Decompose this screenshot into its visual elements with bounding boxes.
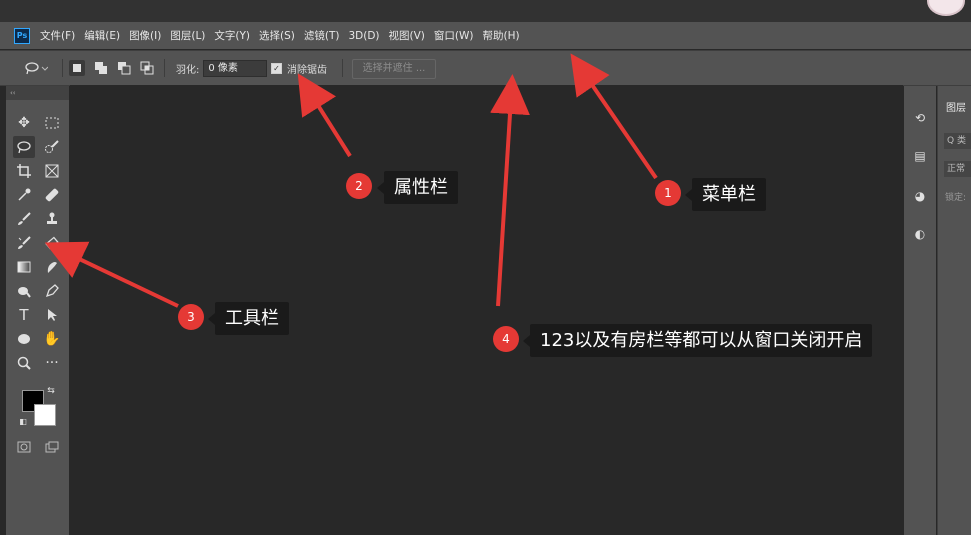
annotation-label-options-bar: 属性栏	[377, 171, 458, 204]
annotation-label-toolbar: 工具栏	[208, 302, 289, 335]
annotation-arrows	[44, 53, 658, 308]
arrow-window-menu	[490, 74, 530, 307]
annotation-label-window-note: 123以及有房栏等都可以从窗口关闭开启	[522, 324, 873, 357]
annotation-badge-1: 1	[655, 180, 681, 206]
arrow-toolbar	[44, 241, 179, 308]
annotation-badge-2: 2	[346, 173, 372, 199]
annotation-badge-3: 3	[178, 304, 204, 330]
annotation-label-menu-bar: 菜单栏	[685, 178, 766, 211]
arrow-menu-bar	[570, 53, 658, 180]
arrow-options-bar	[297, 73, 352, 158]
annotation-badge-4: 4	[493, 326, 519, 352]
